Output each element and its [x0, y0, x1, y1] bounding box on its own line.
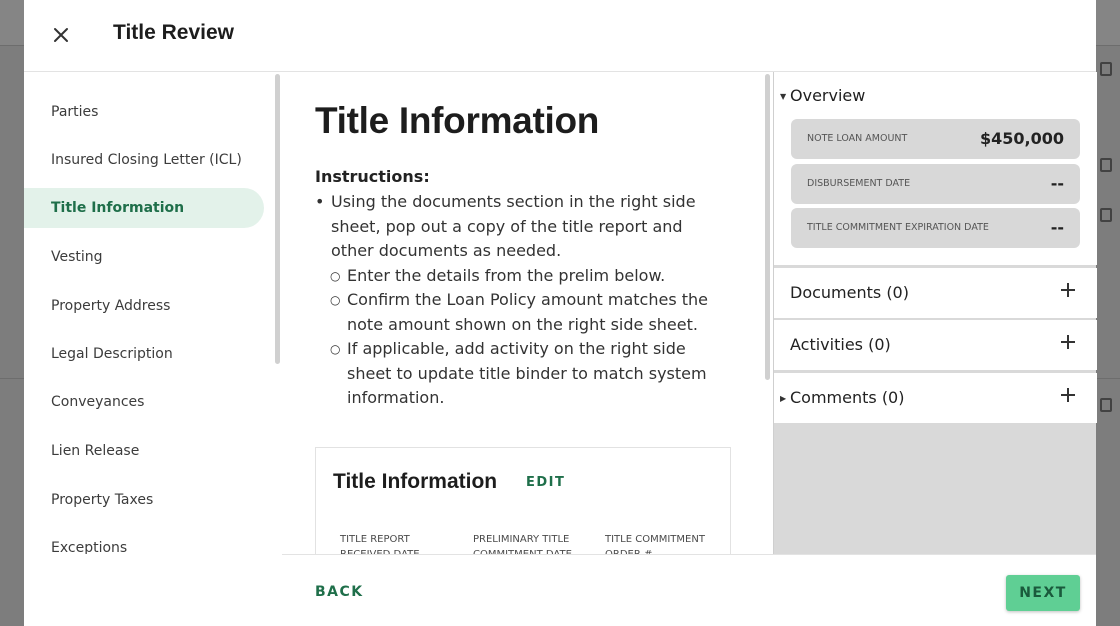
instructions-list: Using the documents section in the right… — [315, 190, 715, 411]
modal-header: Title Review — [24, 0, 1096, 72]
instruction-subitem: Confirm the Loan Policy amount matches t… — [315, 288, 715, 337]
background-clipboard-icon — [1100, 62, 1112, 76]
overview-row-label: TITLE COMMITMENT EXPIRATION DATE — [807, 222, 989, 233]
title-information-card: Title Information EDIT TITLE REPORT RECE… — [315, 447, 731, 554]
activities-label: Activities (0) — [790, 335, 891, 354]
instruction-subitem: If applicable, add activity on the right… — [315, 337, 715, 411]
overview-row-note-loan-amount: NOTE LOAN AMOUNT $450,000 — [791, 119, 1080, 159]
instruction-subitem: Enter the details from the prelim below. — [315, 264, 715, 289]
activities-section[interactable]: Activities (0) — [774, 320, 1097, 370]
overview-row-label: NOTE LOAN AMOUNT — [807, 133, 908, 144]
field-label-title-report-received-date: TITLE REPORT RECEIVED DATE — [340, 534, 420, 554]
edit-button[interactable]: EDIT — [526, 475, 565, 490]
nav-item-insured-closing-letter[interactable]: Insured Closing Letter (ICL) — [24, 140, 264, 180]
comments-label: Comments (0) — [790, 388, 905, 407]
nav-item-vesting[interactable]: Vesting — [24, 237, 264, 277]
nav-item-property-taxes[interactable]: Property Taxes — [24, 480, 264, 520]
page-title: Title Information — [315, 100, 600, 141]
modal-title: Title Review — [113, 21, 234, 44]
overview-row-value: $450,000 — [979, 129, 1064, 148]
overview-row-label: DISBURSEMENT DATE — [807, 178, 911, 189]
nav-item-exceptions[interactable]: Exceptions — [24, 528, 264, 554]
add-document-icon[interactable] — [1059, 281, 1077, 299]
nav-scrollbar[interactable] — [275, 74, 280, 364]
comments-section[interactable]: ▶ Comments (0) — [774, 373, 1097, 423]
background-clipboard-icon — [1100, 208, 1112, 222]
modal-footer: BACK NEXT — [282, 554, 1096, 626]
overview-row-value: -- — [1050, 218, 1064, 237]
overview-toggle[interactable]: ▼ Overview — [780, 86, 865, 105]
documents-section[interactable]: Documents (0) — [774, 268, 1097, 318]
section-nav: Parties Insured Closing Letter (ICL) Tit… — [24, 72, 280, 554]
documents-label: Documents (0) — [790, 283, 909, 302]
instruction-item: Using the documents section in the right… — [315, 190, 715, 264]
overview-row-value: -- — [1050, 174, 1064, 193]
overview-label: Overview — [790, 86, 866, 105]
field-label-title-commitment-order: TITLE COMMITMENT ORDER # — [605, 534, 705, 554]
nav-item-property-address[interactable]: Property Address — [24, 286, 264, 326]
background-clipboard-icon — [1100, 398, 1112, 412]
overview-row-disbursement-date: DISBURSEMENT DATE -- — [791, 164, 1080, 204]
main-content: Title Information Instructions: Using th… — [282, 72, 770, 554]
close-icon — [54, 28, 68, 42]
caret-right-icon: ▶ — [780, 394, 787, 403]
overview-section: ▼ Overview NOTE LOAN AMOUNT $450,000 DISB… — [774, 72, 1097, 265]
next-button[interactable]: NEXT — [1006, 575, 1080, 611]
comments-toggle[interactable]: ▶ Comments (0) — [780, 388, 904, 407]
overview-row-title-commitment-expiration-date: TITLE COMMITMENT EXPIRATION DATE -- — [791, 208, 1080, 248]
nav-item-parties[interactable]: Parties — [24, 92, 264, 132]
caret-down-icon: ▼ — [780, 92, 787, 101]
back-button[interactable]: BACK — [315, 584, 364, 600]
content-scrollbar[interactable] — [765, 74, 770, 380]
nav-item-lien-release[interactable]: Lien Release — [24, 431, 264, 471]
title-review-modal: Title Review Parties Insured Closing Let… — [24, 0, 1097, 626]
nav-item-title-information[interactable]: Title Information — [24, 188, 264, 228]
right-side-sheet: ▼ Overview NOTE LOAN AMOUNT $450,000 DISB… — [773, 72, 1097, 554]
nav-item-conveyances[interactable]: Conveyances — [24, 382, 264, 422]
instructions-heading: Instructions: — [315, 167, 430, 186]
add-activity-icon[interactable] — [1059, 333, 1077, 351]
card-title: Title Information — [333, 470, 498, 493]
background-clipboard-icon — [1100, 158, 1112, 172]
background-divider — [0, 378, 24, 379]
add-comment-icon[interactable] — [1059, 386, 1077, 404]
background-divider — [1096, 378, 1120, 379]
field-label-preliminary-title-commitment-date: PRELIMINARY TITLE COMMITMENT DATE — [473, 534, 572, 554]
nav-item-legal-description[interactable]: Legal Description — [24, 334, 264, 374]
close-button[interactable] — [48, 22, 74, 48]
